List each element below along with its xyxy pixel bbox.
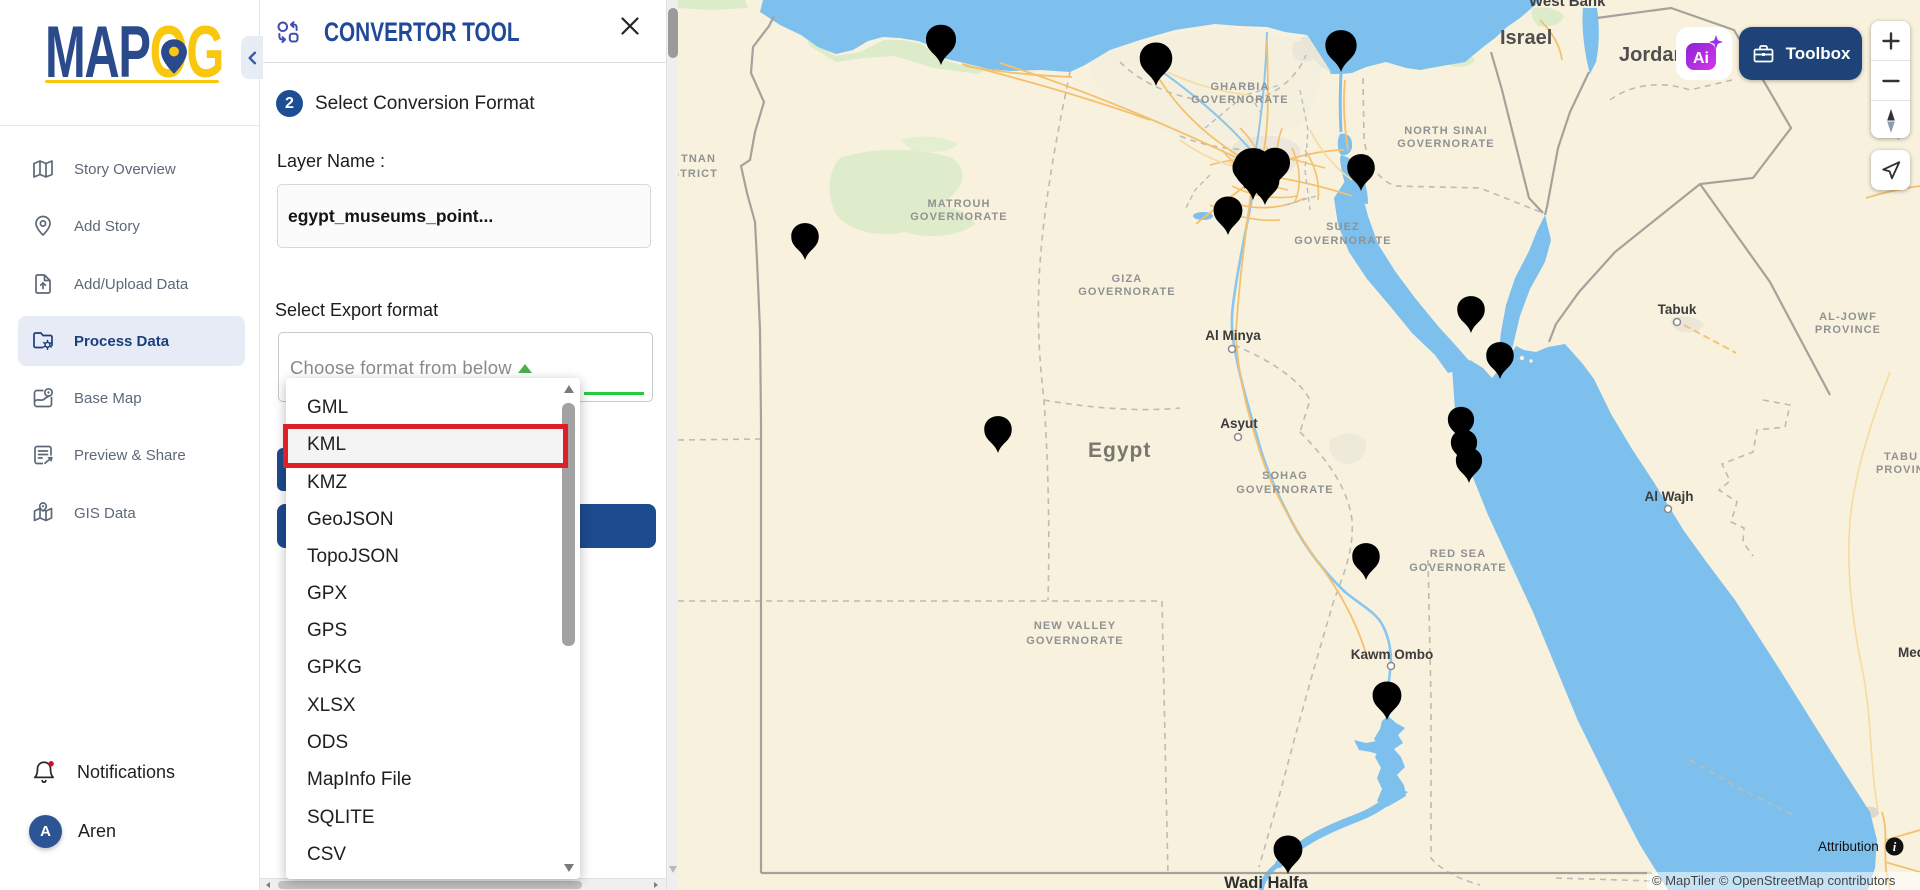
- svg-text:West Bank: West Bank: [1529, 0, 1606, 10]
- svg-text:GOVERNORATE: GOVERNORATE: [910, 211, 1007, 223]
- svg-text:GHARBIA: GHARBIA: [1210, 81, 1269, 93]
- svg-text:Asyut: Asyut: [1220, 416, 1258, 431]
- svg-text:GOVERNORATE: GOVERNORATE: [1078, 286, 1175, 298]
- svg-text:Al Minya: Al Minya: [1205, 328, 1261, 343]
- svg-text:Tabuk: Tabuk: [1658, 302, 1697, 317]
- svg-text:RED SEA: RED SEA: [1430, 548, 1487, 560]
- svg-text:Israel: Israel: [1500, 27, 1552, 49]
- svg-text:NORTH SINAI: NORTH SINAI: [1404, 125, 1488, 137]
- svg-text:i: i: [1893, 840, 1897, 854]
- svg-text:GOVERNORATE: GOVERNORATE: [1294, 235, 1391, 247]
- svg-text:GOVERNORATE: GOVERNORATE: [1236, 484, 1333, 496]
- svg-text:Egypt: Egypt: [1088, 439, 1151, 462]
- svg-text:GIZA: GIZA: [1112, 273, 1143, 285]
- svg-text:GOVERNORATE: GOVERNORATE: [1026, 635, 1123, 647]
- svg-text:SUEZ: SUEZ: [1326, 221, 1360, 233]
- svg-text:MATROUH: MATROUH: [927, 198, 990, 210]
- svg-text:GOVERNORATE: GOVERNORATE: [1409, 562, 1506, 574]
- svg-text:GOVERNORATE: GOVERNORATE: [1191, 94, 1288, 106]
- svg-text:PROVIN: PROVIN: [1876, 464, 1920, 476]
- svg-text:NEW VALLEY: NEW VALLEY: [1034, 620, 1116, 632]
- svg-text:SOHAG: SOHAG: [1262, 470, 1308, 482]
- svg-text:Medi: Medi: [1898, 645, 1920, 660]
- svg-text:TNAN: TNAN: [681, 153, 716, 165]
- svg-text:Wadi Halfa: Wadi Halfa: [1224, 874, 1309, 890]
- svg-text:Al Wajh: Al Wajh: [1645, 489, 1694, 504]
- svg-text:GOVERNORATE: GOVERNORATE: [1397, 138, 1494, 150]
- svg-text:Ai: Ai: [1693, 50, 1709, 67]
- svg-text:Kawm Ombo: Kawm Ombo: [1351, 647, 1434, 662]
- svg-text:AL-JOWF: AL-JOWF: [1819, 311, 1877, 323]
- svg-text:PROVINCE: PROVINCE: [1815, 324, 1881, 336]
- svg-text:TABU: TABU: [1884, 451, 1918, 463]
- svg-text:STRICT: STRICT: [678, 168, 718, 180]
